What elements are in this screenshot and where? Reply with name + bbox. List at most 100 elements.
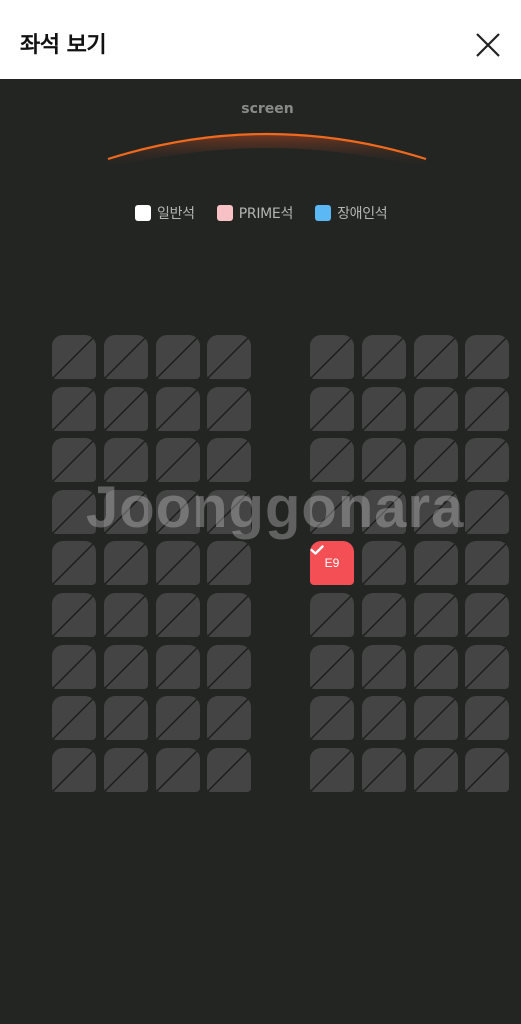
seat (362, 696, 406, 740)
unavailable-slash-icon (414, 748, 458, 792)
seat (465, 490, 509, 534)
unavailable-slash-icon (310, 645, 354, 689)
close-button[interactable] (473, 30, 503, 60)
seat (465, 748, 509, 792)
seat (414, 438, 458, 482)
unavailable-slash-icon (465, 748, 509, 792)
seat (156, 541, 200, 585)
unavailable-slash-icon (207, 645, 251, 689)
unavailable-slash-icon (414, 541, 458, 585)
unavailable-slash-icon (310, 387, 354, 431)
seat (414, 645, 458, 689)
seat (207, 748, 251, 792)
selected-seat[interactable]: E9 (310, 541, 354, 585)
screen-label: screen (241, 101, 294, 117)
seat (414, 490, 458, 534)
seat (465, 387, 509, 431)
legend-label-regular: 일반석 (157, 206, 195, 222)
unavailable-slash-icon (310, 593, 354, 637)
seat (104, 438, 148, 482)
unavailable-slash-icon (465, 387, 509, 431)
legend-swatch-accessible (315, 205, 332, 221)
unavailable-slash-icon (310, 748, 354, 792)
legend-label-prime: PRIME석 (238, 206, 294, 222)
seat (414, 593, 458, 637)
unavailable-slash-icon (52, 645, 96, 689)
unavailable-slash-icon (207, 593, 251, 637)
seat (52, 335, 96, 379)
seat (207, 541, 251, 585)
unavailable-slash-icon (207, 387, 251, 431)
unavailable-slash-icon (414, 696, 458, 740)
seat (310, 387, 354, 431)
unavailable-slash-icon (362, 696, 406, 740)
seat (156, 387, 200, 431)
unavailable-slash-icon (156, 696, 200, 740)
unavailable-slash-icon (104, 335, 148, 379)
unavailable-slash-icon (104, 490, 148, 534)
seat (52, 387, 96, 431)
seat (414, 541, 458, 585)
unavailable-slash-icon (207, 438, 251, 482)
unavailable-slash-icon (362, 335, 406, 379)
unavailable-slash-icon (465, 490, 509, 534)
unavailable-slash-icon (156, 748, 200, 792)
seat (310, 593, 354, 637)
unavailable-slash-icon (156, 541, 200, 585)
seat (104, 541, 148, 585)
seat (207, 438, 251, 482)
unavailable-slash-icon (362, 438, 406, 482)
close-icon (476, 33, 500, 57)
seat (465, 335, 509, 379)
unavailable-slash-icon (156, 387, 200, 431)
seat (104, 748, 148, 792)
seat (104, 490, 148, 534)
seat (362, 593, 406, 637)
seat (362, 541, 406, 585)
seat (156, 593, 200, 637)
seat (52, 748, 96, 792)
seat-legend: 일반석 PRIME석 장애인석 (135, 202, 388, 224)
unavailable-slash-icon (52, 335, 96, 379)
unavailable-slash-icon (362, 387, 406, 431)
unavailable-slash-icon (156, 645, 200, 689)
unavailable-slash-icon (414, 645, 458, 689)
seat (362, 387, 406, 431)
unavailable-slash-icon (465, 335, 509, 379)
seat (414, 335, 458, 379)
unavailable-slash-icon (310, 438, 354, 482)
unavailable-slash-icon (104, 438, 148, 482)
unavailable-slash-icon (362, 490, 406, 534)
legend-label-accessible: 장애인석 (337, 206, 388, 222)
seat (52, 593, 96, 637)
unavailable-slash-icon (156, 335, 200, 379)
unavailable-slash-icon (414, 438, 458, 482)
unavailable-slash-icon (362, 748, 406, 792)
header: 좌석 보기 (0, 0, 521, 79)
seat (207, 490, 251, 534)
unavailable-slash-icon (207, 335, 251, 379)
unavailable-slash-icon (207, 541, 251, 585)
unavailable-slash-icon (104, 593, 148, 637)
unavailable-slash-icon (362, 645, 406, 689)
unavailable-slash-icon (414, 387, 458, 431)
page-title: 좌석 보기 (20, 33, 107, 58)
unavailable-slash-icon (104, 387, 148, 431)
seat (465, 541, 509, 585)
unavailable-slash-icon (362, 593, 406, 637)
seat (362, 645, 406, 689)
unavailable-slash-icon (207, 490, 251, 534)
unavailable-slash-icon (414, 593, 458, 637)
seat (414, 748, 458, 792)
seat (156, 645, 200, 689)
seat (465, 696, 509, 740)
seat (362, 490, 406, 534)
unavailable-slash-icon (207, 748, 251, 792)
seat (310, 748, 354, 792)
seat (465, 593, 509, 637)
seat (207, 387, 251, 431)
seat (104, 593, 148, 637)
unavailable-slash-icon (104, 696, 148, 740)
unavailable-slash-icon (52, 593, 96, 637)
seat (156, 696, 200, 740)
